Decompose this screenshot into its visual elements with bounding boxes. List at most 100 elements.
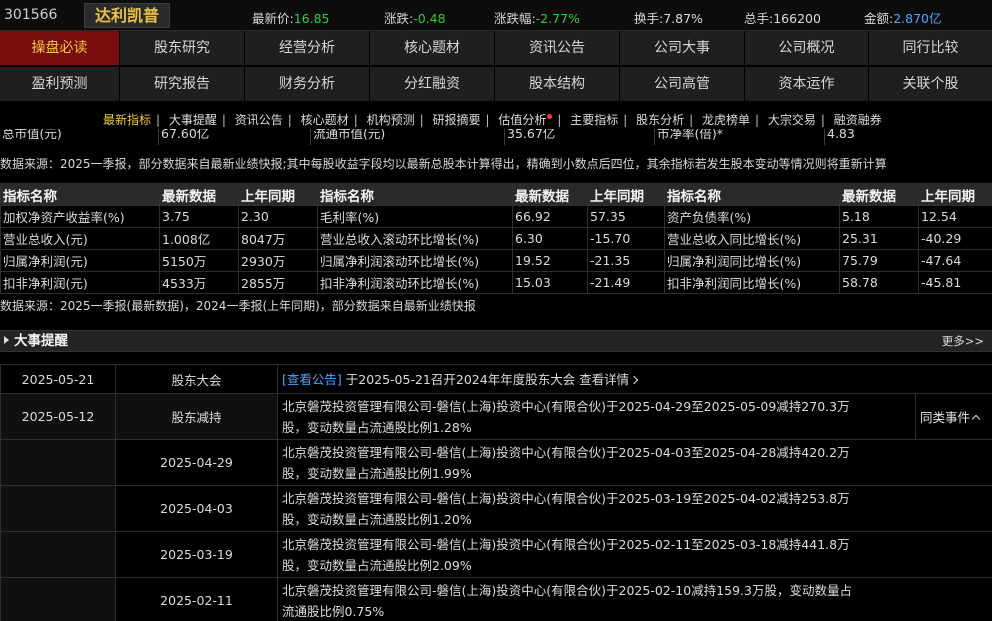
metric-latest: 19.52: [512, 249, 588, 272]
sub-event-description: 北京磐茂投资管理有限公司-磐信(上海)投资中心(有限合伙)于2025-02-10…: [277, 577, 992, 621]
event-type: 股东大会: [115, 364, 278, 394]
similar-events-toggle[interactable]: 同类事件: [915, 393, 992, 440]
label-pb-ratio: 市净率(倍)*: [655, 129, 825, 145]
subnav-margin-trading[interactable]: 融资融券: [834, 113, 882, 127]
subnav-news[interactable]: 资讯公告: [235, 113, 283, 127]
major-events-section-header: 大事提醒 更多>>: [0, 330, 992, 352]
event-description: 北京磐茂投资管理有限公司-磐信(上海)投资中心(有限合伙)于2025-04-29…: [277, 393, 916, 440]
sub-event-date: 2025-02-11: [115, 577, 278, 621]
tab-business-analysis[interactable]: 经营分析: [245, 31, 370, 66]
metric-prior: 8047万: [238, 227, 318, 250]
subnav-shareholder-analysis[interactable]: 股东分析: [636, 113, 684, 127]
col-header: 最新数据: [839, 183, 919, 206]
metric-name: 归属净利润滚动环比增长(%): [317, 249, 513, 272]
quote-turnover: 换手:7.87%: [634, 11, 703, 26]
metric-name: 扣非净利润同比增长(%): [664, 271, 840, 294]
metric-prior: 2.30: [238, 205, 318, 228]
sub-navigation: 最新指标 | 大事提醒 | 资讯公告 | 核心题材 | 机构预测 | 研报摘要 | 估值分析…: [0, 109, 992, 131]
col-header: 最新数据: [512, 183, 588, 206]
event-date: 2025-05-12: [0, 393, 116, 440]
chevron-up-icon: [971, 414, 981, 424]
sub-event-date: 2025-04-29: [115, 439, 278, 486]
sub-event-description: 北京磐茂投资管理有限公司-磐信(上海)投资中心(有限合伙)于2025-04-03…: [277, 439, 992, 486]
tab-related-stocks[interactable]: 关联个股: [869, 67, 992, 102]
metric-name: 归属净利润(元): [0, 249, 160, 272]
empty-cell: [0, 531, 116, 578]
table-row: 2025-02-11 北京磐茂投资管理有限公司-磐信(上海)投资中心(有限合伙)…: [0, 577, 992, 621]
tab-peer-comparison[interactable]: 同行比较: [869, 31, 992, 66]
more-link[interactable]: 更多>>: [942, 331, 984, 352]
data-source-note: 数据来源：2025一季报，部分数据来自最新业绩快报;其中每股收益字段均以最新总股…: [0, 157, 887, 171]
tab-core-themes[interactable]: 核心题材: [370, 31, 495, 66]
triangle-right-icon: [4, 336, 9, 344]
empty-cell: [0, 439, 116, 486]
tab-research-reports[interactable]: 研究报告: [120, 67, 245, 102]
subnav-latest-indicators[interactable]: 最新指标: [103, 113, 151, 127]
metric-name: 营业总收入同比增长(%): [664, 227, 840, 250]
metric-prior: -45.81: [918, 271, 992, 294]
metric-prior: -40.29: [918, 227, 992, 250]
quote-header: 301566 达利凯普 最新价:16.85 涨跌:-0.48 涨跌幅:-2.77…: [0, 0, 992, 31]
table-row: 2025-03-19 北京磐茂投资管理有限公司-磐信(上海)投资中心(有限合伙)…: [0, 531, 992, 578]
tab-operation-must-read[interactable]: 操盘必读: [0, 31, 120, 66]
sub-event-description: 北京磐茂投资管理有限公司-磐信(上海)投资中心(有限合伙)于2025-03-19…: [277, 485, 992, 532]
sub-event-description: 北京磐茂投资管理有限公司-磐信(上海)投资中心(有限合伙)于2025-02-11…: [277, 531, 992, 578]
metric-latest: 58.78: [839, 271, 919, 294]
sub-event-date: 2025-03-19: [115, 531, 278, 578]
table-row: 2025-05-12 股东减持 北京磐茂投资管理有限公司-磐信(上海)投资中心(…: [0, 393, 992, 440]
stock-name[interactable]: 达利凯普: [84, 3, 170, 28]
subnav-block-trade[interactable]: 大宗交易: [768, 113, 816, 127]
tab-share-structure[interactable]: 股本结构: [495, 67, 620, 102]
metric-name: 扣非净利润滚动环比增长(%): [317, 271, 513, 294]
tab-company-overview[interactable]: 公司概况: [745, 31, 869, 66]
metric-latest: 3.75: [159, 205, 239, 228]
tab-financial-analysis[interactable]: 财务分析: [245, 67, 370, 102]
quote-change: 涨跌:-0.48: [384, 11, 446, 26]
tab-shareholder-research[interactable]: 股东研究: [120, 31, 245, 66]
metrics-table: 指标名称 最新数据 上年同期 指标名称 最新数据 上年同期 指标名称 最新数据 …: [0, 183, 992, 294]
subnav-institution-forecast[interactable]: 机构预测: [367, 113, 415, 127]
value-pb-ratio: 4.83: [827, 129, 855, 141]
col-header: 最新数据: [159, 183, 239, 206]
main-tab-row-1: 操盘必读 股东研究 经营分析 核心题材 资讯公告 公司大事 公司概况 同行比较: [0, 31, 992, 66]
label-float-market-value: 流通市值(元): [311, 129, 505, 145]
subnav-valuation[interactable]: 估值分析: [498, 113, 553, 127]
table-row: 加权净资产收益率(%) 3.75 2.30 毛利率(%) 66.92 57.35…: [0, 205, 992, 228]
stock-code: 301566: [4, 7, 58, 23]
metric-latest: 6.30: [512, 227, 588, 250]
col-header: 指标名称: [664, 183, 840, 206]
tab-capital-operations[interactable]: 资本运作: [745, 67, 869, 102]
main-tab-row-2: 盈利预测 研究报告 财务分析 分红融资 股本结构 公司高管 资本运作 关联个股: [0, 67, 992, 102]
subnav-report-summary[interactable]: 研报摘要: [432, 113, 480, 127]
metric-name: 加权净资产收益率(%): [0, 205, 160, 228]
chevron-right-icon: [629, 375, 639, 384]
value-total-market-value: 67.60亿: [159, 129, 311, 145]
metric-prior: -47.64: [918, 249, 992, 272]
subnav-major-events[interactable]: 大事提醒: [169, 113, 217, 127]
view-details-link[interactable]: 查看详情: [579, 372, 639, 387]
view-announcement-link[interactable]: [查看公告]: [282, 372, 342, 387]
empty-cell: [0, 485, 116, 532]
col-header: 上年同期: [587, 183, 665, 206]
metric-prior: -21.35: [587, 249, 665, 272]
sub-event-date: 2025-04-03: [115, 485, 278, 532]
tab-company-events[interactable]: 公司大事: [620, 31, 745, 66]
event-date: 2025-05-21: [0, 364, 116, 394]
quote-volume: 总手:166200: [744, 11, 821, 26]
col-header: 上年同期: [918, 183, 992, 206]
value-float-market-value: 35.67亿: [505, 129, 655, 145]
table-row: 归属净利润(元) 5150万 2930万 归属净利润滚动环比增长(%) 19.5…: [0, 249, 992, 272]
metric-latest: 25.31: [839, 227, 919, 250]
tab-executives[interactable]: 公司高管: [620, 67, 745, 102]
tab-earnings-forecast[interactable]: 盈利预测: [0, 67, 120, 102]
section-title: 大事提醒: [4, 331, 68, 352]
metric-latest: 1.008亿: [159, 227, 239, 250]
metric-latest: 5.18: [839, 205, 919, 228]
metric-name: 营业总收入(元): [0, 227, 160, 250]
subnav-dragon-tiger[interactable]: 龙虎榜单: [702, 113, 750, 127]
subnav-main-indicators[interactable]: 主要指标: [570, 113, 618, 127]
subnav-core-themes[interactable]: 核心题材: [301, 113, 349, 127]
quote-latest-price: 最新价:16.85: [252, 11, 330, 26]
tab-dividend-financing[interactable]: 分红融资: [370, 67, 495, 102]
tab-news-announcements[interactable]: 资讯公告: [495, 31, 620, 66]
